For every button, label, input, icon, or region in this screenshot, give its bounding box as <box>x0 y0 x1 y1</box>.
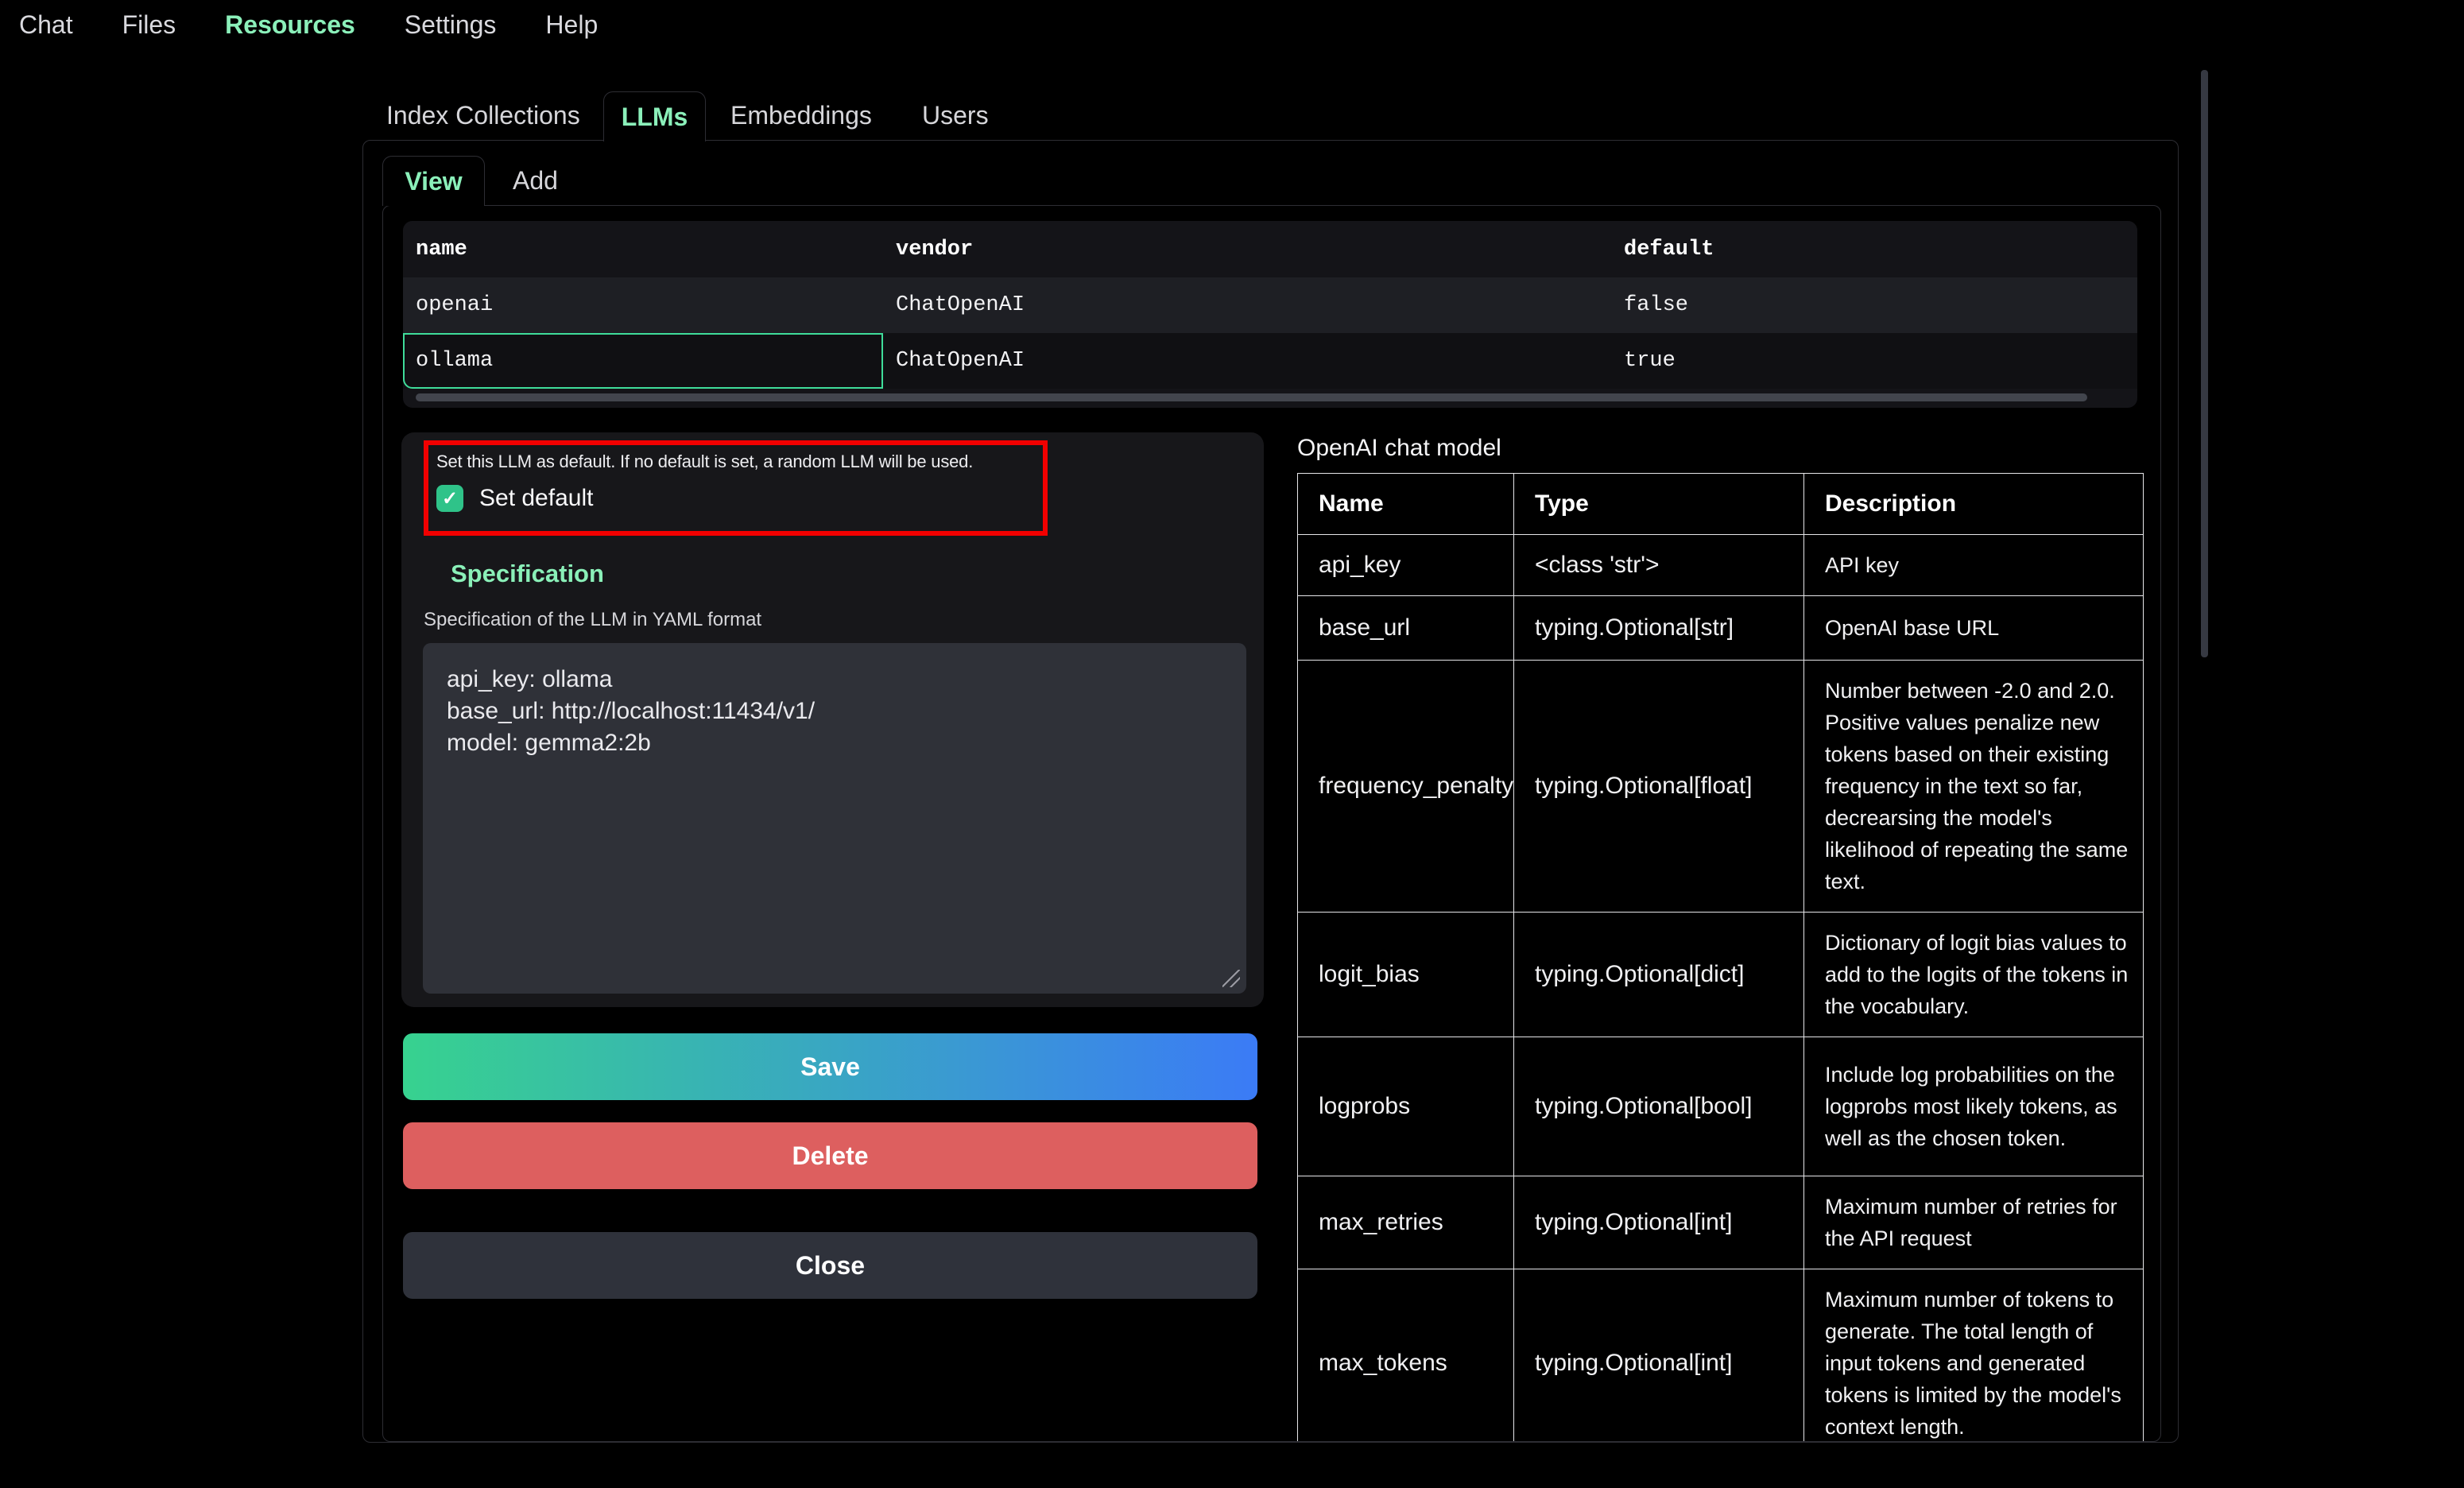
param-name: max_tokens <box>1298 1269 1514 1443</box>
tab-index-collections[interactable]: Index Collections <box>386 91 580 140</box>
llm-table-header: name vendor default <box>403 221 2137 277</box>
subtab-add[interactable]: Add <box>513 156 558 206</box>
specification-heading: Specification <box>451 560 604 588</box>
schema-col-name: Name <box>1298 474 1514 535</box>
set-default-checkbox-row[interactable]: ✓ Set default <box>436 485 1035 512</box>
param-description: Dictionary of logit bias values to add t… <box>1804 913 2144 1037</box>
param-type: typing.Optional[bool] <box>1514 1037 1804 1176</box>
param-type: typing.Optional[str] <box>1514 596 1804 661</box>
param-name: frequency_penalty <box>1298 661 1514 913</box>
param-name: api_key <box>1298 535 1514 596</box>
table-row: frequency_penalty typing.Optional[float]… <box>1298 661 2144 913</box>
param-type: typing.Optional[int] <box>1514 1176 1804 1269</box>
tab-llms-label: LLMs <box>622 103 688 132</box>
subtab-view-label: View <box>405 167 462 196</box>
param-description: Number between -2.0 and 2.0. Positive va… <box>1804 661 2144 913</box>
nav-item-help[interactable]: Help <box>545 10 598 40</box>
table-row: base_url typing.Optional[str] OpenAI bas… <box>1298 596 2144 661</box>
cell-vendor[interactable]: ChatOpenAI <box>883 293 1611 317</box>
param-name: logit_bias <box>1298 913 1514 1037</box>
param-name: logprobs <box>1298 1037 1514 1176</box>
param-description: Maximum number of retries for the API re… <box>1804 1176 2144 1269</box>
tab-users[interactable]: Users <box>922 91 989 140</box>
set-default-checkbox[interactable]: ✓ <box>436 485 463 512</box>
llm-list-table: name vendor default openai ChatOpenAI fa… <box>403 221 2137 408</box>
model-schema-table: Name Type Description api_key <class 'st… <box>1297 473 2144 1442</box>
llm-col-vendor: vendor <box>883 238 1611 262</box>
resources-tabbar: Index Collections LLMs Embeddings Users <box>362 91 2179 140</box>
llm-col-default: default <box>1611 238 2137 262</box>
cell-vendor[interactable]: ChatOpenAI <box>883 349 1611 373</box>
table-row: logprobs typing.Optional[bool] Include l… <box>1298 1037 2144 1176</box>
checkmark-icon: ✓ <box>442 487 458 510</box>
param-type: typing.Optional[dict] <box>1514 913 1804 1037</box>
cell-default[interactable]: false <box>1611 293 2137 317</box>
yaml-spec-textarea[interactable]: api_key: ollama base_url: http://localho… <box>423 643 1246 994</box>
specification-sublabel: Specification of the LLM in YAML format <box>424 609 761 631</box>
llm-edit-panel: Set this LLM as default. If no default i… <box>401 432 1264 1007</box>
model-schema-title: OpenAI chat model <box>1297 435 1501 462</box>
schema-col-description: Description <box>1804 474 2144 535</box>
close-button[interactable]: Close <box>403 1232 1257 1299</box>
schema-header-row: Name Type Description <box>1298 474 2144 535</box>
llms-tab-panel: View Add name vendor default openai Chat… <box>362 140 2179 1443</box>
view-tab-panel: name vendor default openai ChatOpenAI fa… <box>382 205 2161 1442</box>
table-row: max_tokens typing.Optional[int] Maximum … <box>1298 1269 2144 1443</box>
schema-col-type: Type <box>1514 474 1804 535</box>
cell-default[interactable]: true <box>1611 349 2137 373</box>
cell-name-selected[interactable]: ollama <box>403 349 883 373</box>
vertical-scrollbar[interactable] <box>2201 70 2208 657</box>
delete-button[interactable]: Delete <box>403 1122 1257 1189</box>
param-name: base_url <box>1298 596 1514 661</box>
param-name: max_retries <box>1298 1176 1514 1269</box>
subtab-view[interactable]: View <box>382 156 485 206</box>
textarea-resize-handle[interactable] <box>1222 970 1240 987</box>
nav-item-settings[interactable]: Settings <box>405 10 497 40</box>
param-type: <class 'str'> <box>1514 535 1804 596</box>
resources-page: Index Collections LLMs Embeddings Users … <box>362 91 2179 1443</box>
table-row-ollama[interactable]: ollama ChatOpenAI true <box>403 333 2137 389</box>
nav-item-chat[interactable]: Chat <box>19 10 73 40</box>
table-row: max_retries typing.Optional[int] Maximum… <box>1298 1176 2144 1269</box>
param-type: typing.Optional[float] <box>1514 661 1804 913</box>
param-description: API key <box>1804 535 2144 596</box>
llm-col-name: name <box>403 238 883 262</box>
param-description: OpenAI base URL <box>1804 596 2144 661</box>
param-description: Include log probabilities on the logprob… <box>1804 1037 2144 1176</box>
horizontal-scrollbar[interactable] <box>416 393 2087 401</box>
table-row: logit_bias typing.Optional[dict] Diction… <box>1298 913 2144 1037</box>
table-row: api_key <class 'str'> API key <box>1298 535 2144 596</box>
tab-embeddings[interactable]: Embeddings <box>730 91 872 140</box>
nav-item-resources[interactable]: Resources <box>225 10 355 40</box>
cell-name[interactable]: openai <box>403 293 883 317</box>
set-default-label: Set default <box>479 485 593 512</box>
set-default-help-text: Set this LLM as default. If no default i… <box>436 451 1035 472</box>
annotation-red-box: Set this LLM as default. If no default i… <box>424 440 1048 536</box>
nav-item-files[interactable]: Files <box>122 10 176 40</box>
table-row-openai[interactable]: openai ChatOpenAI false <box>403 277 2137 333</box>
param-description: Maximum number of tokens to generate. Th… <box>1804 1269 2144 1443</box>
top-nav: Chat Files Resources Settings Help <box>0 0 2464 49</box>
tab-llms[interactable]: LLMs <box>603 91 706 141</box>
save-button[interactable]: Save <box>403 1033 1257 1100</box>
param-type: typing.Optional[int] <box>1514 1269 1804 1443</box>
